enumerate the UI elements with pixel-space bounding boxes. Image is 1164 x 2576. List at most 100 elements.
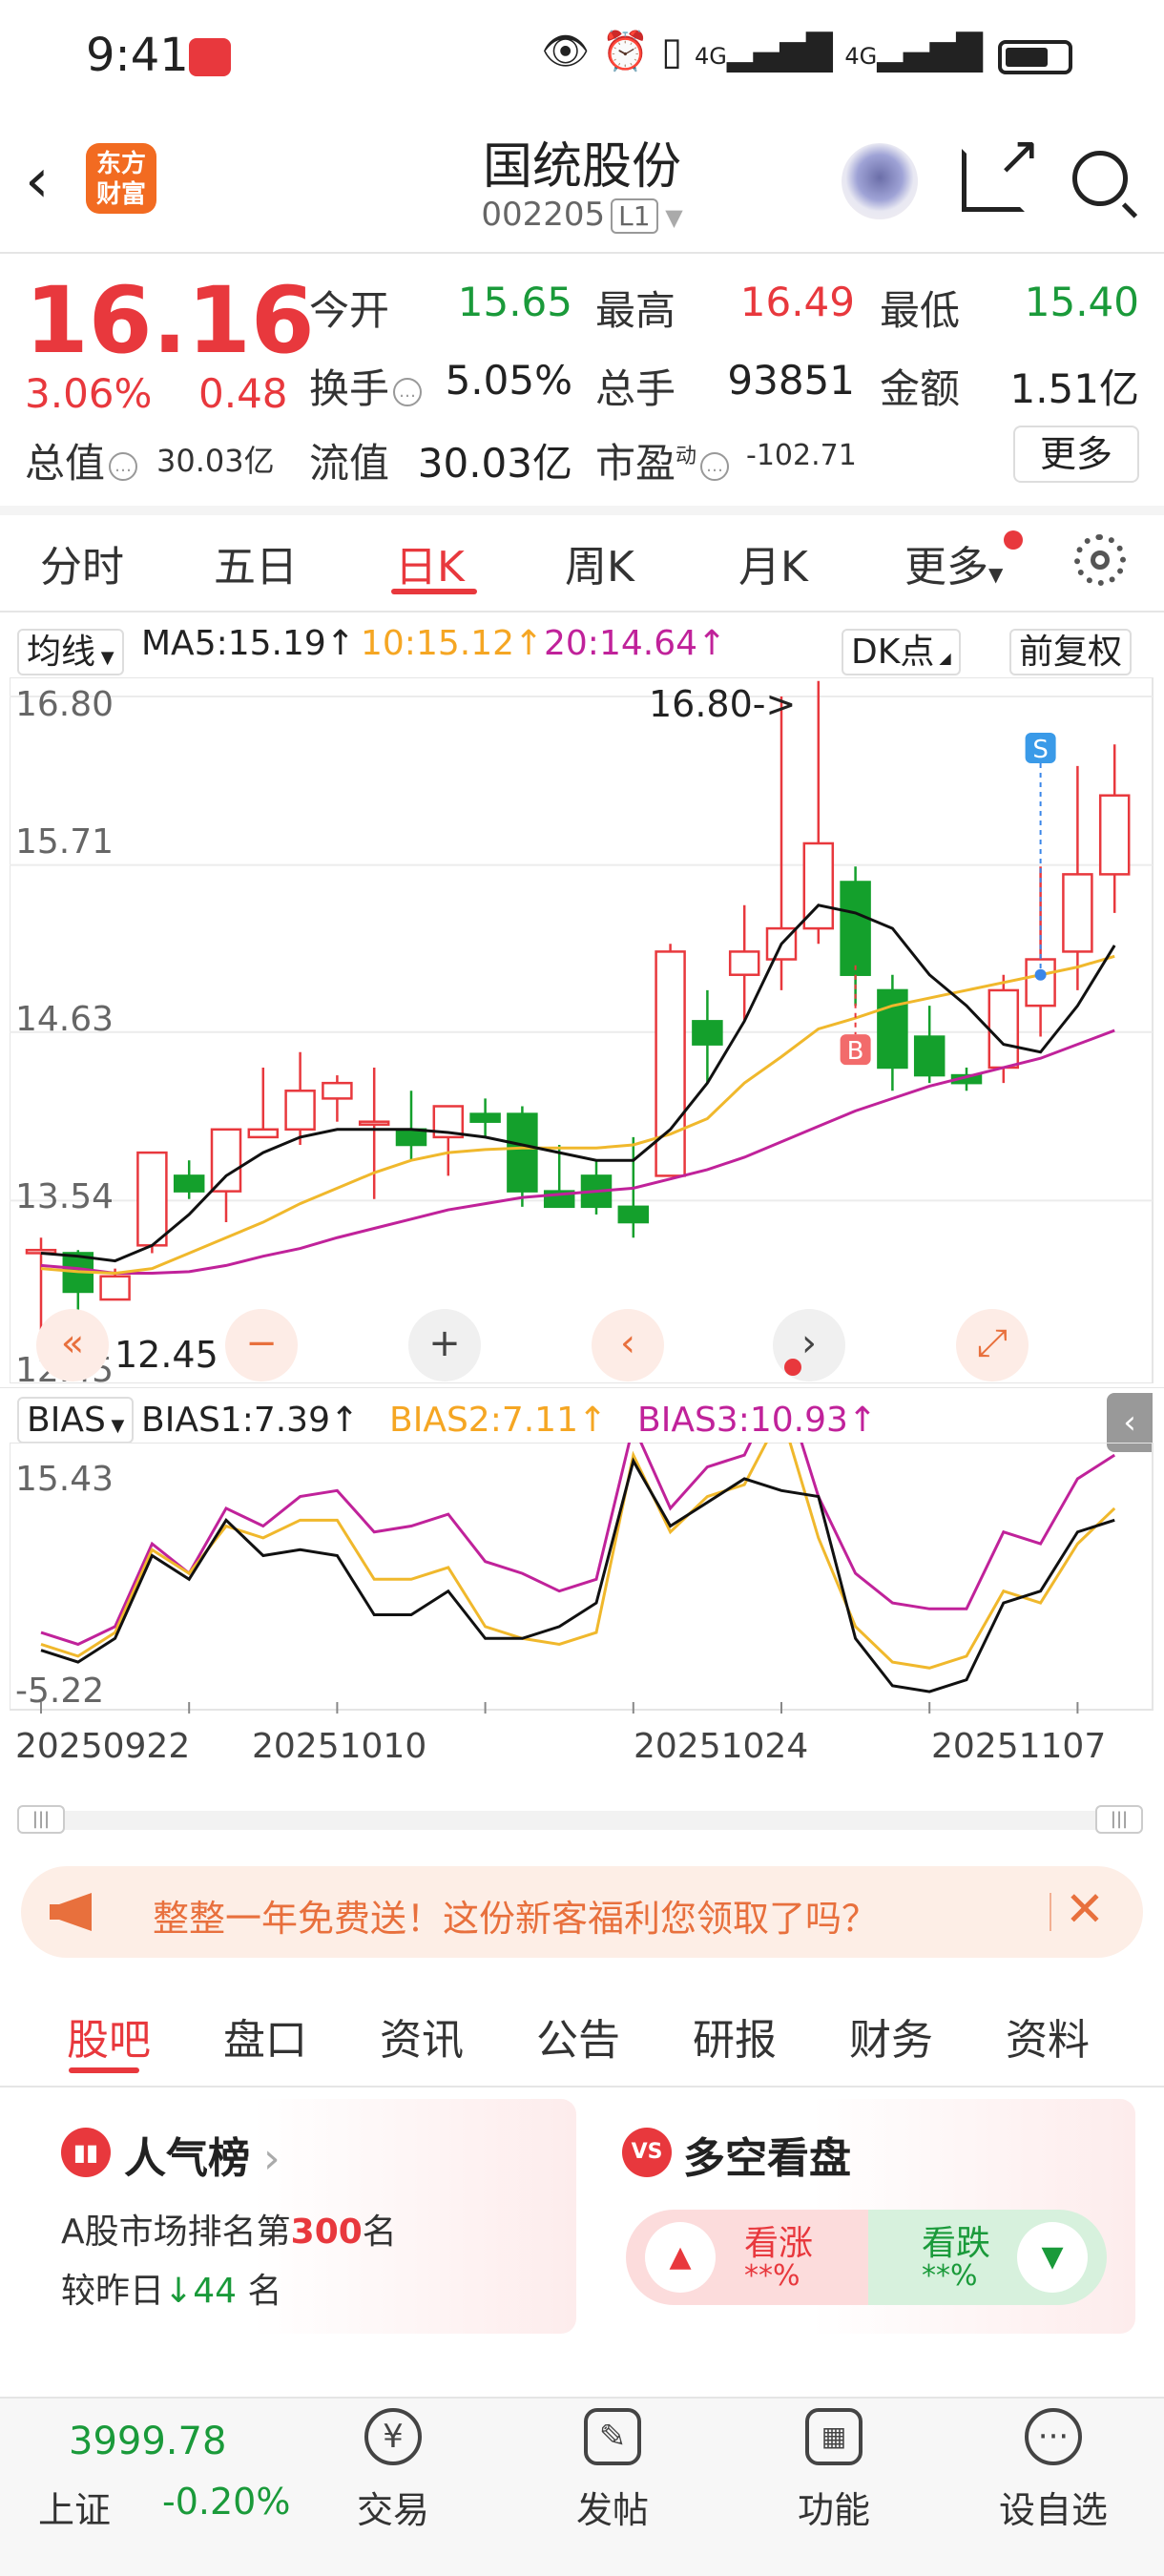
candle-body — [507, 1112, 538, 1193]
gear-icon[interactable] — [1074, 534, 1126, 586]
chevron-down-icon: ▼ — [988, 563, 1004, 586]
change-percent: 3.06% — [25, 370, 153, 417]
btabs-divider — [0, 2086, 1164, 2088]
tab-monthly-k[interactable]: 月K — [738, 532, 808, 593]
tab-more[interactable]: 更多▼ — [904, 532, 1003, 593]
prev-button[interactable]: ‹ — [592, 1309, 664, 1381]
buy-marker-label: B — [847, 1037, 864, 1066]
candle-body — [284, 1090, 316, 1132]
index-name[interactable]: 上证 — [38, 2481, 111, 2533]
mcap-value: 30.03亿 — [156, 443, 275, 479]
new-dot-badge — [1004, 530, 1023, 550]
expand-button[interactable]: ⤢ — [956, 1309, 1029, 1381]
rewind-button[interactable]: « — [36, 1309, 109, 1381]
ma20-line — [40, 1028, 1115, 1276]
open-label: 今开 — [309, 287, 390, 334]
date-label-1: 20250922 — [15, 1727, 191, 1766]
range-handle-left[interactable]: ||| — [17, 1805, 65, 1834]
promo-text[interactable]: 整整一年免费送！这份新客福利您领取了吗？ — [153, 1889, 878, 1942]
nav-add-watchlist[interactable]: 设自选 — [987, 2481, 1120, 2533]
alarm-icon: ⏰ — [601, 30, 650, 73]
btab-active-indicator — [69, 2067, 139, 2073]
arrow-up-icon[interactable]: ▲ — [645, 2222, 716, 2293]
battery-icon — [998, 40, 1072, 74]
tab-announcements[interactable]: 公告 — [536, 2005, 620, 2067]
volume-label: 总手 — [595, 365, 676, 412]
candle-body — [322, 1081, 353, 1100]
candle-body — [1098, 794, 1131, 876]
bull-label: 看涨 — [744, 2224, 814, 2263]
tab-weekly-k[interactable]: 周K — [565, 532, 634, 593]
tab-profile[interactable]: 资料 — [1006, 2005, 1090, 2067]
arrow-down-icon[interactable]: ▼ — [1017, 2222, 1088, 2293]
nav-post[interactable]: 发帖 — [546, 2481, 679, 2533]
nav-functions[interactable]: 功能 — [767, 2481, 901, 2533]
more-dots-icon[interactable]: ··· — [1025, 2408, 1082, 2465]
signal-icon-2: 4G — [844, 43, 878, 70]
quote-divider — [0, 506, 1164, 515]
chevron-right-icon: › — [250, 2134, 281, 2183]
bias1-legend: BIAS1:7.39↑ — [141, 1401, 360, 1440]
tab-active-indicator — [391, 589, 477, 594]
candle-body — [469, 1112, 501, 1123]
rank-change-line: 较昨日↓44 名 — [61, 2272, 282, 2311]
vibrate-icon: ▯ — [661, 30, 683, 73]
high-label: 最高 — [595, 287, 676, 334]
candle-body — [358, 1120, 390, 1126]
tab-financials[interactable]: 财务 — [849, 2005, 933, 2067]
bias2-legend: BIAS2:7.11↑ — [389, 1401, 608, 1440]
range-handle-right[interactable]: ||| — [1095, 1805, 1143, 1834]
mcap-label[interactable]: 总值… — [25, 431, 138, 489]
range-scrollbar[interactable] — [17, 1811, 1143, 1830]
tab-daily-k[interactable]: 日K — [395, 532, 465, 593]
candle-body — [728, 950, 760, 976]
status-icons: 👁 ⏰ ▯ 4G▂▄▆█ 4G▂▄▆█ — [541, 30, 983, 73]
tab-news[interactable]: 资讯 — [380, 2005, 464, 2067]
zoom-out-button[interactable]: − — [225, 1309, 298, 1381]
index-value[interactable]: 3999.78 — [69, 2420, 226, 2463]
assistant-avatar[interactable] — [842, 143, 918, 219]
grid-icon[interactable]: ▦ — [805, 2408, 863, 2465]
chevron-down-icon: ▼ — [657, 204, 683, 231]
index-change: -0.20% — [162, 2481, 291, 2523]
tab-five-day[interactable]: 五日 — [214, 532, 298, 593]
search-icon[interactable] — [1072, 151, 1128, 206]
bear-percent: **% — [922, 2259, 978, 2293]
nav-trade[interactable]: 交易 — [326, 2481, 460, 2533]
kline-chart[interactable]: BS — [10, 677, 1154, 1383]
popularity-title[interactable]: 人气榜 › — [124, 2124, 281, 2185]
adjust-selector[interactable]: 前复权 — [1009, 624, 1133, 675]
next-button[interactable]: › — [773, 1309, 845, 1381]
candle-body — [395, 1128, 427, 1147]
tab-intraday[interactable]: 分时 — [40, 532, 124, 593]
y-label-4: 13.54 — [15, 1177, 114, 1216]
turnover-value: 5.05% — [445, 357, 572, 404]
candle-body — [840, 881, 871, 976]
turnover-label[interactable]: 换手… — [309, 357, 423, 415]
change-amount: 0.48 — [198, 370, 288, 417]
chart-bar-icon: ▮▮ — [61, 2128, 111, 2177]
info-icon: … — [393, 377, 423, 406]
tab-research[interactable]: 研报 — [693, 2005, 777, 2067]
status-bar: 9:41 👁 ⏰ ▯ 4G▂▄▆█ 4G▂▄▆█ — [0, 0, 1164, 114]
candle-body — [173, 1174, 205, 1193]
date-label-2: 20251010 — [252, 1727, 427, 1766]
y-label-3: 14.63 — [15, 1000, 114, 1039]
ma20-legend: 20:14.64↑ — [544, 624, 727, 663]
zoom-in-button[interactable]: + — [408, 1309, 481, 1381]
candle-body — [655, 950, 686, 1177]
candle-body — [913, 1035, 946, 1077]
trade-icon[interactable]: ¥ — [364, 2408, 422, 2465]
tab-order-book[interactable]: 盘口 — [223, 2005, 307, 2067]
share-icon[interactable] — [962, 125, 1041, 212]
ma-selector[interactable]: 均线 ▼ — [17, 624, 124, 675]
level-tag: L1 — [611, 198, 658, 234]
dk-point-selector[interactable]: DK点 ◢ — [842, 624, 961, 675]
close-icon[interactable]: ✕ — [1065, 1881, 1105, 1937]
post-icon[interactable]: ✎ — [584, 2408, 641, 2465]
tab-guba[interactable]: 股吧 — [67, 2005, 151, 2067]
more-quote-button[interactable]: 更多 — [1013, 426, 1139, 483]
info-icon: … — [700, 451, 730, 481]
bias-selector[interactable]: BIAS ▼ — [17, 1397, 135, 1444]
pe-label[interactable]: 市盈动… — [595, 431, 730, 489]
